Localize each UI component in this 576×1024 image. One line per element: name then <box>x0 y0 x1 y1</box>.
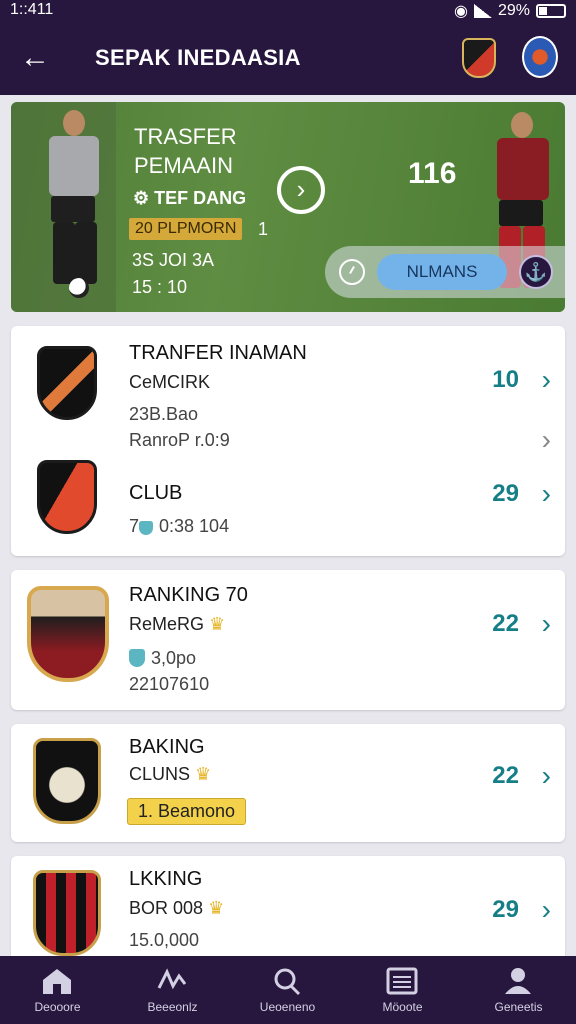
row-subtitle-text: ReMeRG <box>129 614 205 634</box>
row-value: 10 <box>492 366 519 393</box>
row-meta-text: 3,0po <box>151 648 197 668</box>
chevron-right-icon[interactable]: › <box>542 762 551 790</box>
player-avatar <box>27 586 109 682</box>
crown-icon: ♛ <box>208 898 225 918</box>
nav-label: Möoote <box>382 1000 423 1014</box>
info-icon <box>139 521 154 535</box>
row-subtitle-text: BOR 008 <box>129 898 204 918</box>
hero-detail-line2: 15 : 10 <box>132 277 188 297</box>
club-badge-icon <box>37 460 97 534</box>
row-meta-number: 7 <box>129 516 140 536</box>
row-meta-secondary: 22107610 <box>129 674 210 694</box>
ranking-card[interactable]: RANKING 70 ReMeRG ♛ 3,0po 22107610 22 › <box>11 570 565 710</box>
home-icon <box>43 969 71 994</box>
hero-action-button[interactable]: NLMANS <box>377 254 507 290</box>
search-icon <box>274 968 301 996</box>
row-subtitle: CLUNS ♛ <box>129 764 211 785</box>
nav-label: Geneetis <box>494 1000 543 1014</box>
row-value: 29 <box>492 480 519 507</box>
play-icon[interactable]: › <box>277 166 325 214</box>
row-meta-secondary: RanroP r.0:9 <box>129 430 230 450</box>
hero-title: TRASFER PEMAAIN <box>134 122 237 180</box>
battery-percent: 29% <box>497 2 530 19</box>
row-subtitle-text: CLUNS <box>129 764 191 784</box>
football-icon <box>69 278 89 298</box>
list-icon <box>386 967 418 995</box>
battery-icon <box>536 4 566 18</box>
back-arrow-icon[interactable]: ← <box>20 40 56 76</box>
club-badge-icon <box>33 738 101 824</box>
chevron-right-icon[interactable]: › <box>542 366 551 394</box>
row-meta: 3,0po <box>129 648 196 669</box>
row-title: TRANFER INAMAN <box>129 342 307 364</box>
row-meta-text: 0:38 104 <box>159 516 230 536</box>
status-bar: 1::411 ◉ 29% <box>0 0 576 22</box>
player-left-image <box>35 110 113 300</box>
nav-item-list[interactable]: Möoote <box>345 956 460 1024</box>
club-card[interactable]: LKKING BOR 008 ♛ 15.0,000 29 › <box>11 856 565 956</box>
hero-action-bar: NLMANS ⚓ <box>325 246 565 298</box>
list-item[interactable]: CLUB 7 0:38 104 29 › <box>11 456 565 556</box>
hero-subtitle-text: TEF DANG <box>154 188 247 208</box>
nav-label: Deooore <box>34 1000 81 1014</box>
row-title: LKKING <box>129 868 203 890</box>
row-value: 22 <box>492 610 519 637</box>
chevron-right-icon[interactable]: › <box>542 610 551 638</box>
nav-label: Beeeonlz <box>147 1000 198 1014</box>
anchor-icon[interactable]: ⚓ <box>519 255 553 289</box>
row-subtitle: CeMCIRK <box>129 372 211 392</box>
status-icons: ◉ 29% <box>454 1 566 21</box>
nav-item-search[interactable]: Ueoeneno <box>230 956 345 1024</box>
clock-icon[interactable] <box>339 259 365 285</box>
row-value: 29 <box>492 896 519 923</box>
row-meta: 7 0:38 104 <box>129 516 229 537</box>
club-badge-icon <box>37 346 97 420</box>
stats-icon <box>157 968 187 990</box>
nav-item-profile[interactable]: Geneetis <box>461 956 576 1024</box>
club-logo-icon[interactable] <box>462 38 496 78</box>
transfer-card: TRANFER INAMAN CeMCIRK 23B.Bao 10 › Ranr… <box>11 326 565 556</box>
row-meta: 23B.Bao <box>129 404 199 424</box>
hero-subtitle: ⚙ TEF DANG <box>133 188 246 209</box>
club-card[interactable]: BAKING CLUNS ♛ 1. Beamono 22 › <box>11 724 565 842</box>
profile-icon <box>505 968 531 994</box>
row-title: RANKING 70 <box>129 584 248 606</box>
hero-tag: 20 PLPMORN <box>129 218 243 240</box>
nav-item-home[interactable]: Deooore <box>0 956 115 1024</box>
hero-detail-line1: 3S JOI 3A <box>132 250 215 270</box>
club-badge-icon <box>33 870 101 956</box>
hero-tag-suffix: 1 <box>258 219 269 239</box>
row-subtitle: ReMeRG ♛ <box>129 614 225 635</box>
nav-item-stats[interactable]: Beeeonlz <box>115 956 230 1024</box>
status-time: 1::411 <box>10 1 54 18</box>
row-title: BAKING <box>129 736 205 758</box>
bottom-nav: Deooore Beeeonlz Ueoeneno Möoote Geneeti… <box>0 956 576 1024</box>
club-crest-icon[interactable] <box>522 36 558 78</box>
transfer-hero-banner[interactable]: TRASFER PEMAAIN ⚙ TEF DANG 20 PLPMORN 1 … <box>11 102 565 312</box>
hero-score: 116 <box>408 157 457 190</box>
app-bar: ← SEPAK INEDAASIA <box>0 22 576 95</box>
wifi-icon: ◉ <box>454 3 468 20</box>
row-title: CLUB <box>129 482 183 504</box>
chevron-right-icon[interactable]: › <box>542 896 551 924</box>
page-title: SEPAK INEDAASIA <box>95 45 301 70</box>
row-meta: 15.0,000 <box>129 930 200 950</box>
rank-badge: 1. Beamono <box>127 798 247 825</box>
shield-icon <box>129 649 145 667</box>
chevron-right-icon[interactable]: › <box>542 426 551 454</box>
row-subtitle: BOR 008 ♛ <box>129 898 224 919</box>
nav-label: Ueoeneno <box>259 1000 316 1014</box>
hero-title-line2: PEMAAIN <box>134 153 234 178</box>
crown-icon: ♛ <box>195 764 212 784</box>
chevron-right-icon[interactable]: › <box>542 480 551 508</box>
gear-icon: ⚙ <box>133 188 155 208</box>
signal-icon <box>473 4 492 18</box>
row-value: 22 <box>492 762 519 789</box>
list-item[interactable]: TRANFER INAMAN CeMCIRK 23B.Bao 10 › <box>11 326 565 442</box>
crown-icon: ♛ <box>209 614 226 634</box>
hero-title-line1: TRASFER <box>134 124 237 149</box>
